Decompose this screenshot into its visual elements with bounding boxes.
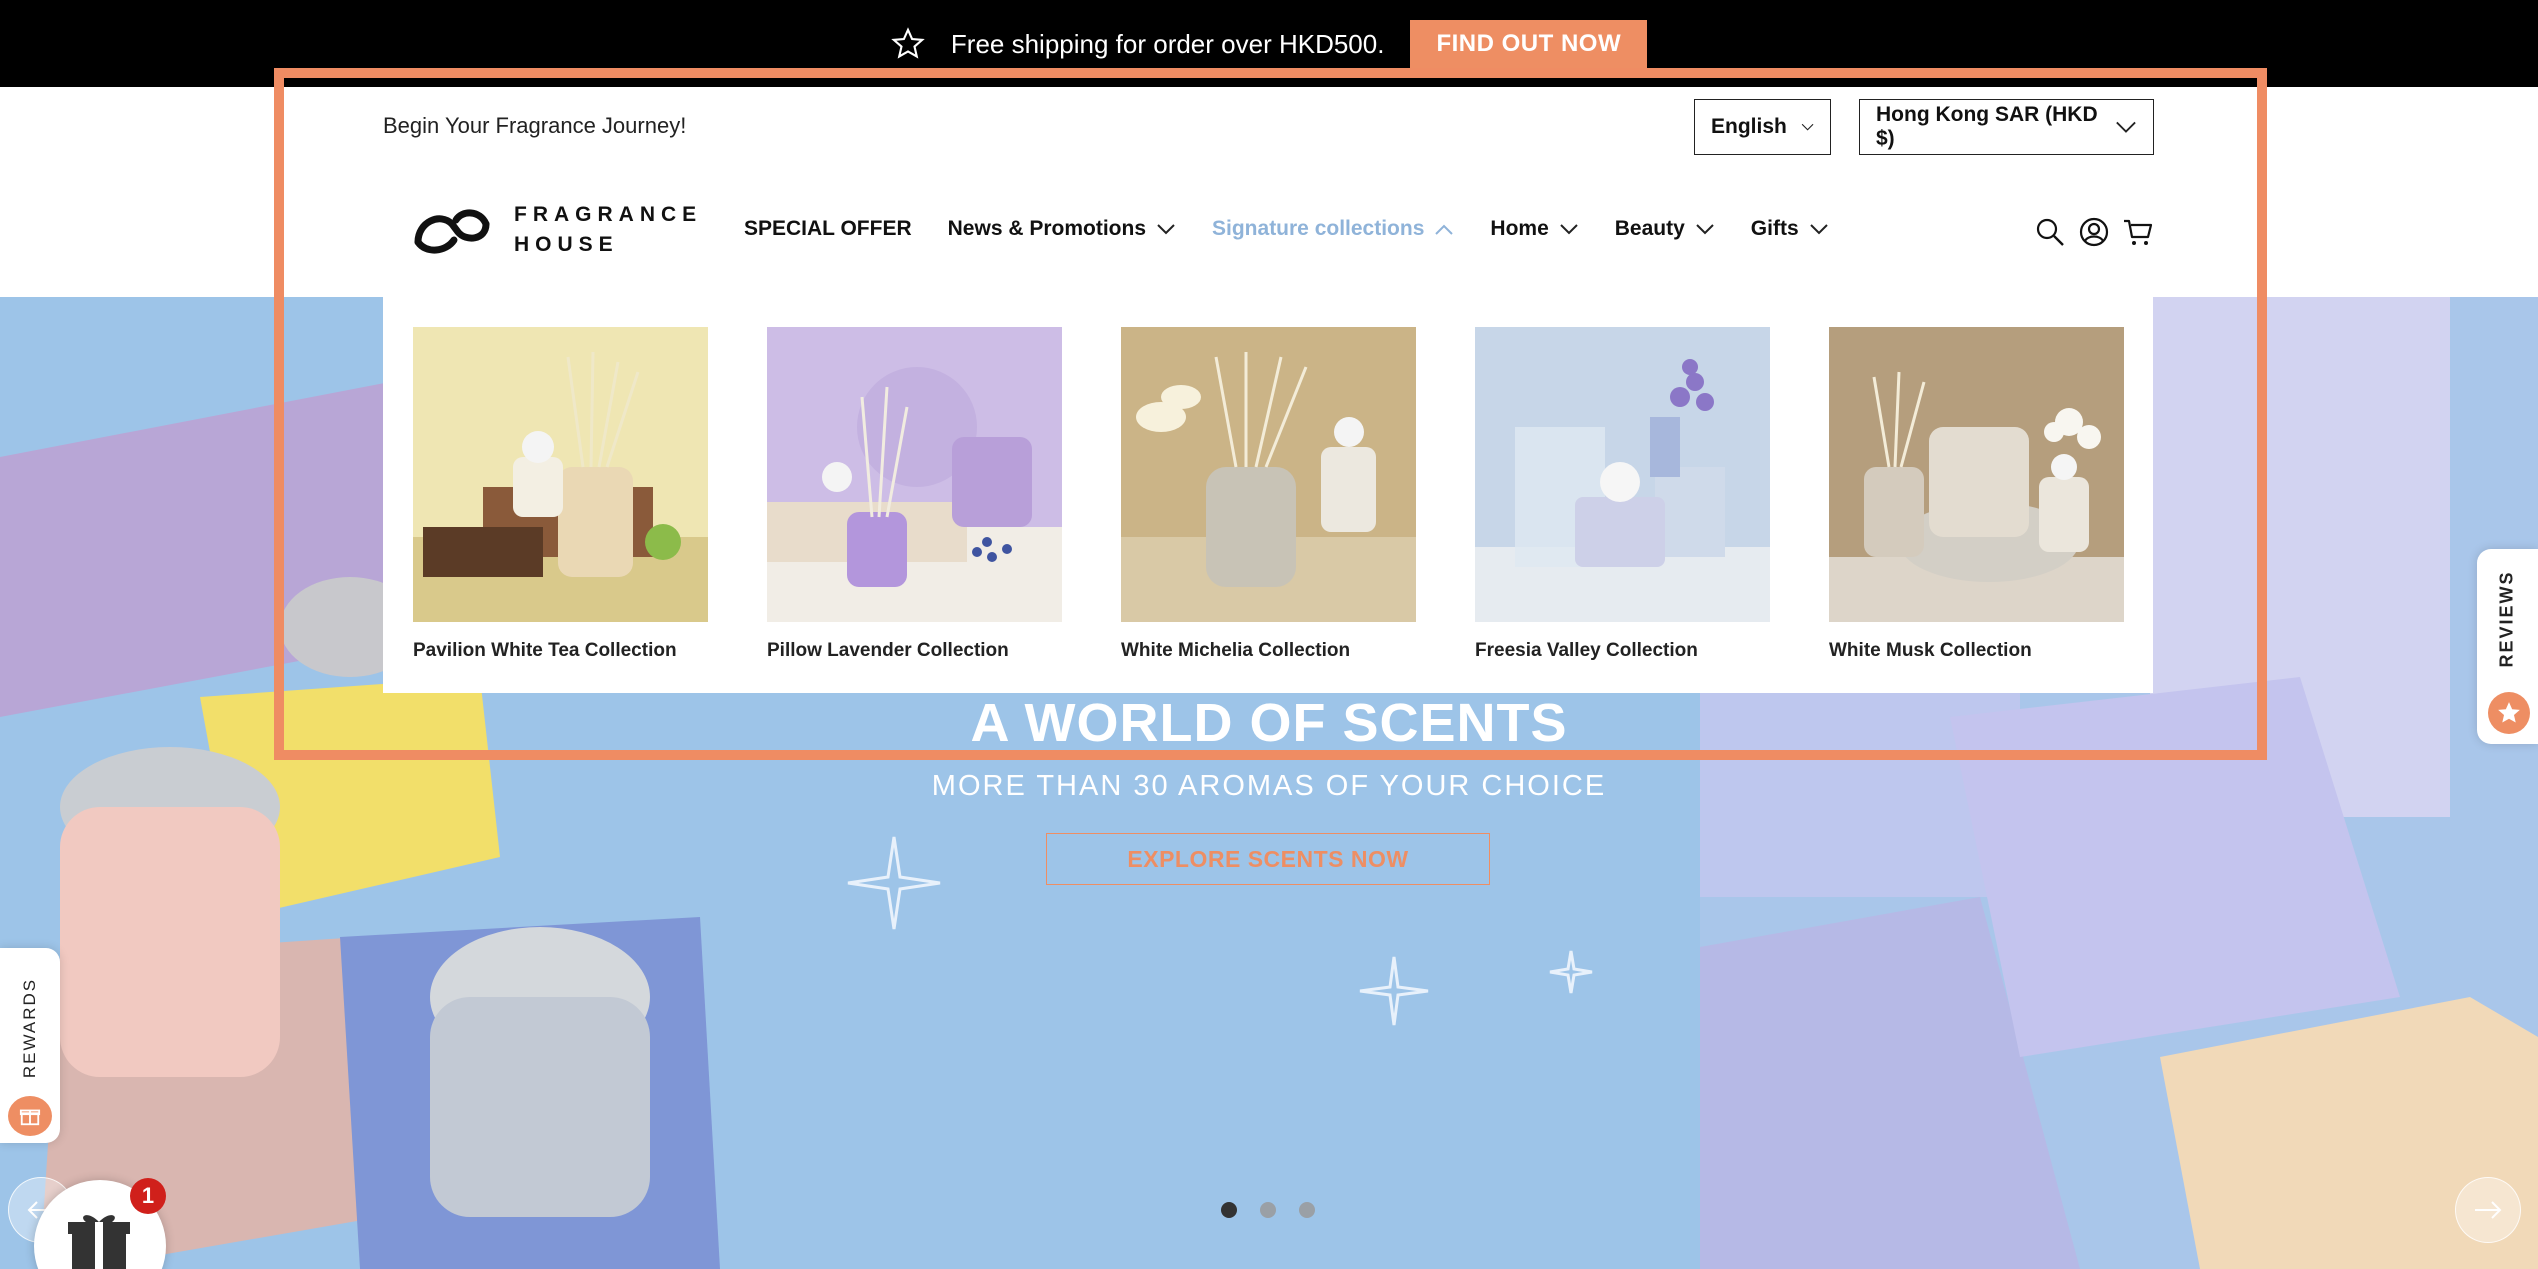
collection-label: White Michelia Collection (1121, 640, 1351, 661)
account-icon[interactable] (2079, 217, 2109, 247)
nav-label: Signature collections (1212, 217, 1425, 240)
site-logo[interactable]: FRAGRANCE HOUSE (410, 200, 702, 260)
nav-gifts[interactable]: Gifts (1751, 217, 1829, 241)
rewards-label: REWARDS (20, 977, 39, 1079)
nav-news-promotions[interactable]: News & Promotions (948, 217, 1176, 241)
collection-image (1829, 327, 2124, 622)
hero-title: A WORLD OF SCENTS (970, 693, 1568, 753)
arrow-right-icon (2475, 1201, 2502, 1219)
announcement-text: Free shipping for order over HKD500. (950, 28, 1385, 59)
site-header: Begin Your Fragrance Journey! English Ho… (0, 87, 2538, 297)
next-slide-button[interactable] (2455, 1177, 2521, 1243)
search-icon[interactable] (2035, 217, 2065, 247)
chevron-down-icon (1809, 223, 1828, 234)
nav-label: Beauty (1614, 217, 1685, 240)
region-selector[interactable]: Hong Kong SAR (HKD $) (1859, 99, 2154, 155)
star-icon (2488, 692, 2530, 734)
collection-card-pillow-lavender[interactable]: Pillow Lavender Collection (767, 327, 1062, 662)
reviews-tab[interactable]: REVIEWS (2477, 549, 2538, 744)
main-nav: SPECIAL OFFER News & Promotions Signatur… (744, 217, 1829, 241)
rewards-tab[interactable]: REWARDS (0, 948, 60, 1143)
collection-label: Pavilion White Tea Collection (413, 640, 677, 661)
collection-label: White Musk Collection (1829, 640, 2032, 661)
chevron-down-icon (1560, 223, 1578, 234)
nav-home[interactable]: Home (1490, 217, 1578, 241)
collection-label: Pillow Lavender Collection (767, 640, 1009, 661)
slide-dot-2[interactable] (1260, 1202, 1276, 1218)
collection-image (1121, 327, 1416, 622)
collection-label: Freesia Valley Collection (1475, 640, 1698, 661)
logo-mark-icon (414, 209, 490, 254)
header-tagline: Begin Your Fragrance Journey! (383, 113, 687, 138)
notification-badge: 1 (130, 1178, 166, 1214)
gift-box-icon (8, 1096, 52, 1136)
nav-special-offer[interactable]: SPECIAL OFFER (744, 217, 912, 241)
hero-subtitle: MORE THAN 30 AROMAS OF YOUR CHOICE (931, 770, 1607, 802)
announcement-bar: Free shipping for order over HKD500. FIN… (0, 0, 2538, 87)
chevron-down-icon (1157, 223, 1175, 234)
explore-scents-button[interactable]: EXPLORE SCENTS NOW (1046, 833, 1490, 885)
nav-label: News & Promotions (947, 217, 1147, 240)
signature-collections-dropdown: Pavilion White Tea Collection Pillow Lav… (383, 297, 2153, 693)
nav-label: SPECIAL OFFER (744, 217, 912, 240)
collection-card-freesia-valley[interactable]: Freesia Valley Collection (1475, 327, 1770, 662)
chevron-up-icon (1435, 224, 1454, 235)
collection-image (413, 327, 708, 622)
find-out-now-button[interactable]: FIND OUT NOW (1410, 20, 1648, 68)
collection-card-white-musk[interactable]: White Musk Collection (1829, 327, 2124, 662)
language-selector[interactable]: English (1694, 99, 1831, 155)
star-icon (891, 27, 925, 61)
nav-label: Gifts (1750, 217, 1799, 240)
region-value: Hong Kong SAR (HKD $) (1876, 103, 2098, 150)
slide-dot-3[interactable] (1299, 1202, 1315, 1218)
chevron-down-icon (1696, 223, 1714, 234)
nav-signature-collections[interactable]: Signature collections (1212, 217, 1454, 241)
chevron-down-icon (2116, 121, 2136, 133)
language-value: English (1711, 115, 1787, 138)
logo-text-line1: FRAGRANCE (514, 203, 703, 226)
gift-icon (68, 1215, 130, 1269)
chevron-down-icon (1801, 123, 1814, 131)
collection-image (767, 327, 1062, 622)
collection-card-pavilion-white-tea[interactable]: Pavilion White Tea Collection (413, 327, 708, 662)
nav-beauty[interactable]: Beauty (1615, 217, 1715, 241)
nav-label: Home (1490, 217, 1549, 240)
collection-image (1475, 327, 1770, 622)
cart-icon[interactable] (2123, 217, 2153, 247)
slide-dot-1[interactable] (1221, 1202, 1237, 1218)
collection-card-white-michelia[interactable]: White Michelia Collection (1121, 327, 1416, 662)
logo-text-line2: HOUSE (514, 233, 619, 256)
reviews-label: REVIEWS (2496, 570, 2517, 668)
